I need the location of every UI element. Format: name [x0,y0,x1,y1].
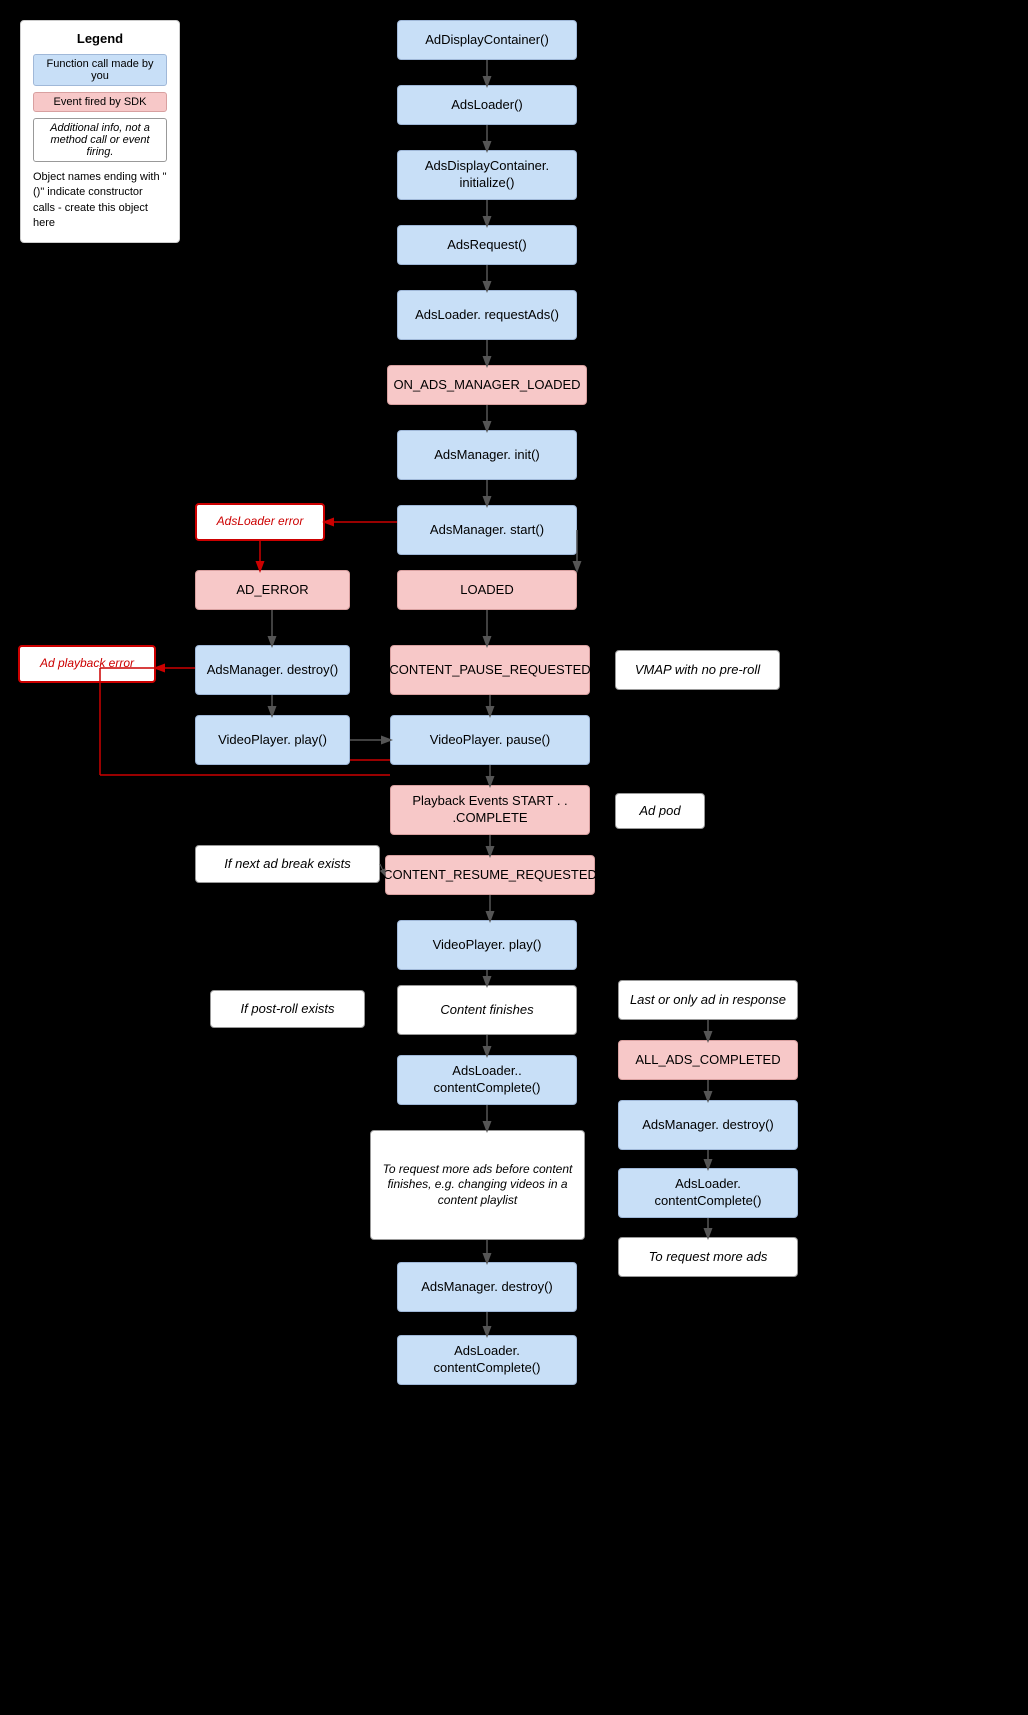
node-ads-loader-content-complete3: AdsLoader. contentComplete() [397,1335,577,1385]
diagram-container: Legend Function call made by you Event f… [0,0,1028,1715]
node-video-player-pause: VideoPlayer. pause() [390,715,590,765]
node-ads-loader-content-complete2: AdsLoader. contentComplete() [618,1168,798,1218]
legend-item-italic: Additional info, not a method call or ev… [33,118,167,162]
legend-item-pink: Event fired by SDK [33,92,167,112]
node-to-request-more-ads2: To request more ads [618,1237,798,1277]
node-all-ads-completed: ALL_ADS_COMPLETED [618,1040,798,1080]
node-to-request-more-ads: To request more ads before content finis… [370,1130,585,1240]
legend-item-blue: Function call made by you [33,54,167,86]
node-if-post-roll-exists: If post-roll exists [210,990,365,1028]
node-if-next-ad-break: If next ad break exists [195,845,380,883]
node-ads-loader-content-complete1: AdsLoader.. contentComplete() [397,1055,577,1105]
node-ads-manager-start: AdsManager. start() [397,505,577,555]
node-ads-manager-destroy2: AdsManager. destroy() [618,1100,798,1150]
node-content-resume-requested: CONTENT_RESUME_REQUESTED [385,855,595,895]
node-video-player-play1: VideoPlayer. play() [195,715,350,765]
node-on-ads-manager-loaded: ON_ADS_MANAGER_LOADED [387,365,587,405]
node-ads-loader-error: AdsLoader error [195,503,325,541]
node-ads-manager-destroy3: AdsManager. destroy() [397,1262,577,1312]
node-ads-manager-init: AdsManager. init() [397,430,577,480]
node-loaded: LOADED [397,570,577,610]
node-content-pause-requested: CONTENT_PAUSE_REQUESTED [390,645,590,695]
legend-box-pink: Event fired by SDK [33,92,167,112]
node-ad-playback-error: Ad playback error [18,645,156,683]
node-ads-request: AdsRequest() [397,225,577,265]
legend-box-blue: Function call made by you [33,54,167,86]
node-ad-error: AD_ERROR [195,570,350,610]
node-playback-events: Playback Events START . . .COMPLETE [390,785,590,835]
node-content-finishes: Content finishes [397,985,577,1035]
node-ad-pod: Ad pod [615,793,705,829]
legend-box-italic: Additional info, not a method call or ev… [33,118,167,162]
legend-note: Object names ending with "()" indicate c… [33,170,167,232]
legend-title: Legend [33,31,167,46]
node-last-or-only-ad: Last or only ad in response [618,980,798,1020]
node-video-player-play2: VideoPlayer. play() [397,920,577,970]
node-ads-loader-request-ads: AdsLoader. requestAds() [397,290,577,340]
legend: Legend Function call made by you Event f… [20,20,180,243]
node-vmap-no-pre-roll: VMAP with no pre-roll [615,650,780,690]
node-ads-display-container-init: AdsDisplayContainer. initialize() [397,150,577,200]
node-ad-display-container: AdDisplayContainer() [397,20,577,60]
node-ads-loader: AdsLoader() [397,85,577,125]
node-ads-manager-destroy: AdsManager. destroy() [195,645,350,695]
